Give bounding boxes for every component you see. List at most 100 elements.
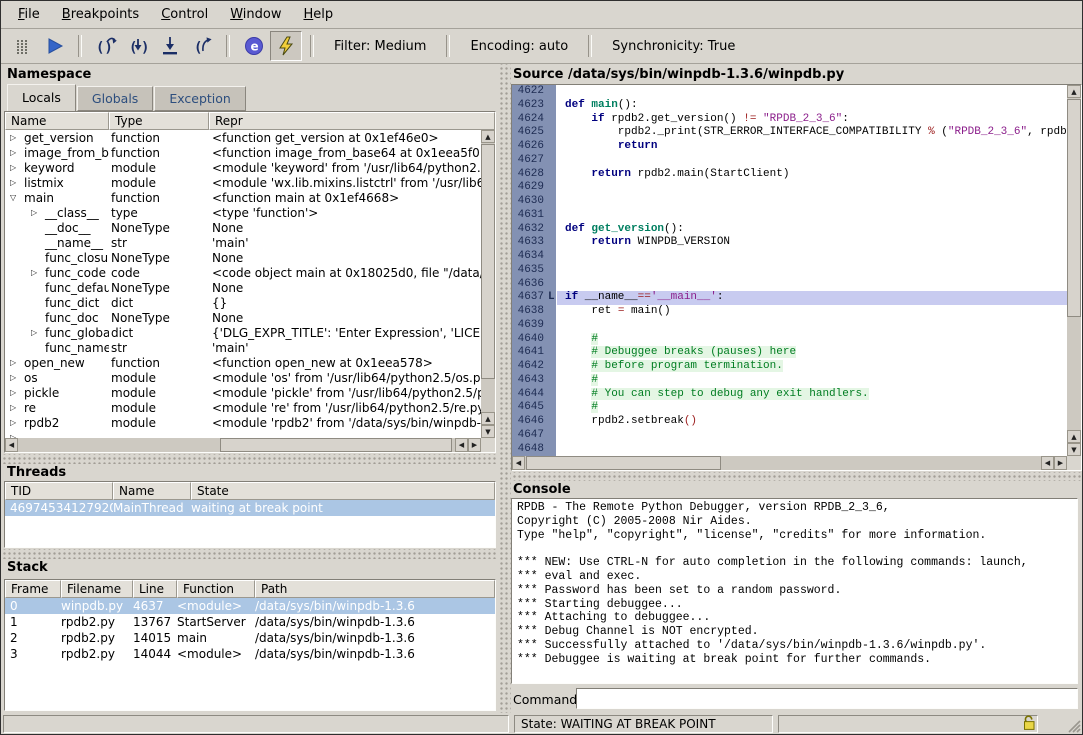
line-number[interactable]: 4627 [512,154,547,168]
next-button[interactable]: () [90,31,122,61]
tree-toggle-icon[interactable] [31,253,45,262]
stack-frame-row[interactable]: 1 rpdb2.py 13767 StartServer /data/sys/b… [5,614,495,630]
namespace-row[interactable]: re module <module 're' from '/usr/lib64/… [5,400,481,415]
scrollbar-thumb[interactable] [220,438,452,452]
tree-toggle-icon[interactable] [10,178,24,187]
line-number[interactable]: 4624 [512,113,547,127]
line-number[interactable]: 4640 [512,333,547,347]
source-line[interactable]: 4647 [512,429,1067,443]
source-line[interactable]: 4623def main(): [512,99,1067,113]
source-line[interactable]: 4627 [512,154,1067,168]
namespace-row[interactable]: listmix module <module 'wx.lib.mixins.li… [5,175,481,190]
scroll-right-icon[interactable]: ▶ [468,438,481,452]
namespace-row[interactable]: __class__ type <type 'function'> [5,205,481,220]
scroll-left-icon[interactable]: ◀ [1041,456,1054,470]
tree-toggle-icon[interactable] [10,403,24,412]
namespace-row[interactable]: os module <module 'os' from '/usr/lib64/… [5,370,481,385]
stack-frame-row[interactable]: 3 rpdb2.py 14044 <module> /data/sys/bin/… [5,646,495,662]
namespace-row[interactable]: main function <function main at 0x1ef466… [5,190,481,205]
namespace-row[interactable]: get_version function <function get_versi… [5,130,481,145]
line-number[interactable]: 4633 [512,236,547,250]
tree-toggle-icon[interactable] [31,208,45,217]
namespace-row[interactable]: image_from_b function <function image_fr… [5,145,481,160]
synchronicity-button[interactable] [270,31,302,61]
resize-grip[interactable] [1065,717,1081,733]
line-number[interactable]: 4647 [512,429,547,443]
menu-file[interactable]: File [7,3,51,26]
tree-toggle-icon[interactable] [31,313,45,322]
tree-toggle-icon[interactable] [10,148,24,157]
menu-help[interactable]: Help [292,3,344,26]
line-number[interactable]: 4644 [512,388,547,402]
source-line[interactable]: 4648 [512,443,1067,457]
namespace-row[interactable]: func_defaul NoneType None [5,280,481,295]
column-header-line[interactable]: Line [133,580,177,598]
namespace-threads-sash[interactable] [1,454,498,464]
line-number[interactable]: 4636 [512,278,547,292]
line-number[interactable]: 4639 [512,319,547,333]
main-vertical-sash[interactable] [498,64,511,713]
line-number[interactable]: 4642 [512,360,547,374]
namespace-vscrollbar[interactable]: ▲ ▲ ▼ [481,130,495,438]
tree-toggle-icon[interactable] [31,283,45,292]
source-line[interactable]: 4634 [512,250,1067,264]
source-line[interactable]: 4639 [512,319,1067,333]
source-line[interactable]: 4643 # [512,374,1067,388]
source-line[interactable]: 4640 # [512,333,1067,347]
menu-breakpoints[interactable]: Breakpoints [51,3,150,26]
column-header-name[interactable]: Name [113,482,191,500]
column-header-tid[interactable]: TID [5,482,113,500]
line-number[interactable]: 4628 [512,168,547,182]
tree-toggle-icon[interactable] [31,238,45,247]
source-line[interactable]: 4625 rpdb2._print(STR_ERROR_INTERFACE_CO… [512,126,1067,140]
source-line[interactable]: 4637Lif __name__=='__main__': [512,291,1067,305]
column-header-repr[interactable]: Repr [209,112,495,130]
scroll-left-icon[interactable]: ◀ [455,438,468,452]
tab-locals[interactable]: Locals [7,84,76,111]
column-header-type[interactable]: Type [109,112,209,130]
tree-toggle-icon[interactable] [10,358,24,367]
source-line[interactable]: 4644 # You can step to debug any exit ha… [512,388,1067,402]
line-number[interactable]: 4622 [512,85,547,99]
tree-toggle-icon[interactable] [10,373,24,382]
namespace-hscrollbar[interactable]: ◀ ◀ ▶ [5,438,481,452]
tree-toggle-icon[interactable] [10,163,24,172]
scroll-left-icon[interactable]: ◀ [512,456,525,470]
line-number[interactable]: 4638 [512,305,547,319]
source-line[interactable]: 4626 return [512,140,1067,154]
column-header-frame[interactable]: Frame [5,580,61,598]
line-number[interactable]: 4643 [512,374,547,388]
scroll-down-icon[interactable]: ▼ [1067,443,1081,456]
source-line[interactable]: 4630 [512,195,1067,209]
scroll-up-icon[interactable]: ▲ [1067,430,1081,443]
exception-button[interactable]: e [238,31,270,61]
source-line[interactable]: 4629 [512,181,1067,195]
column-header-filename[interactable]: Filename [61,580,133,598]
namespace-row[interactable]: func_dict dict {} [5,295,481,310]
namespace-row[interactable]: open_new function <function open_new at … [5,355,481,370]
source-line[interactable]: 4645 # [512,401,1067,415]
tree-toggle-icon[interactable] [31,328,45,337]
column-header-name[interactable]: Name [5,112,109,130]
namespace-row[interactable]: __name__ str 'main' [5,235,481,250]
threads-stack-sash[interactable] [1,549,498,559]
line-number[interactable]: 4635 [512,264,547,278]
tree-toggle-icon[interactable] [10,418,24,427]
tab-exception[interactable]: Exception [154,86,246,111]
source-line[interactable]: 4631 [512,209,1067,223]
scrollbar-thumb[interactable] [481,144,495,379]
tree-toggle-icon[interactable] [31,268,45,277]
thread-row[interactable]: 46974534127920 MainThread waiting at bre… [5,500,495,516]
tree-toggle-icon[interactable] [10,193,24,202]
scroll-up-icon[interactable]: ▲ [481,412,495,425]
goto-button[interactable] [154,31,186,61]
namespace-row[interactable]: func_code code <code object main at 0x18… [5,265,481,280]
go-button[interactable] [38,31,70,61]
tree-toggle-icon[interactable] [31,298,45,307]
namespace-row[interactable]: keyword module <module 'keyword' from '/… [5,160,481,175]
scroll-left-icon[interactable]: ◀ [5,438,18,452]
source-line[interactable]: 4628 return rpdb2.main(StartClient) [512,168,1067,182]
source-code[interactable]: 46224623def main():4624 if rpdb2.get_ver… [512,85,1067,456]
line-number[interactable]: 4631 [512,209,547,223]
namespace-row[interactable] [5,430,481,438]
